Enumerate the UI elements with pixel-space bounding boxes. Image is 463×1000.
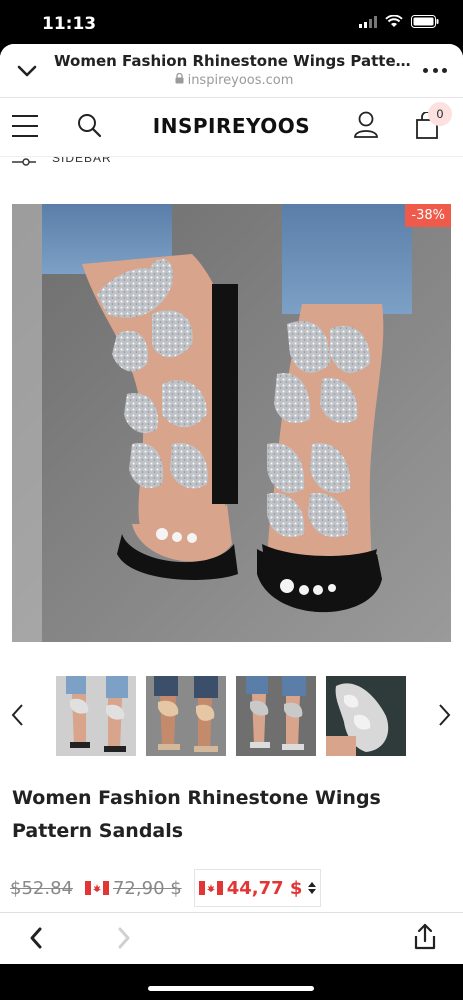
lock-icon: [175, 72, 184, 88]
user-icon[interactable]: [352, 110, 380, 140]
site-logo[interactable]: INSPIREYOOS: [140, 114, 323, 138]
collapse-chevron-icon[interactable]: [14, 58, 40, 84]
wifi-icon: [385, 15, 403, 27]
status-bar: 11:13: [0, 0, 463, 46]
old-price: $52.84: [10, 877, 73, 899]
hamburger-icon[interactable]: [12, 115, 38, 137]
sidebar-toggle[interactable]: SIDEBAR: [0, 156, 463, 170]
filter-slider-icon: [12, 157, 36, 169]
browser-toolbar: [0, 912, 463, 964]
browser-sheet: Women Fashion Rhinestone Wings Pattern S…: [0, 44, 463, 964]
more-options-icon[interactable]: [423, 60, 447, 80]
back-arrow-icon[interactable]: [26, 925, 46, 951]
signal-icon: [359, 15, 377, 28]
thumbnail-2[interactable]: [146, 676, 226, 756]
browser-domain[interactable]: inspireyoos.com: [54, 72, 414, 88]
status-icons: [359, 15, 439, 28]
thumbnail-carousel: [0, 676, 463, 756]
home-indicator[interactable]: [148, 986, 314, 991]
domain-text: inspireyoos.com: [187, 73, 294, 88]
discount-badge: -38%: [405, 204, 451, 227]
chevron-right-icon[interactable]: [434, 702, 454, 728]
forward-arrow-icon[interactable]: [114, 925, 134, 951]
thumbnail-3[interactable]: [236, 676, 316, 756]
sidebar-label: SIDEBAR: [52, 156, 112, 165]
canada-flag-icon: [84, 881, 109, 895]
chevron-left-icon[interactable]: [8, 702, 28, 728]
product-main-image[interactable]: -38%: [12, 204, 451, 642]
site-header: INSPIREYOOS 0: [0, 98, 463, 156]
browser-page-title[interactable]: Women Fashion Rhinestone Wings Pattern S…: [54, 52, 414, 70]
price-cad: 44,77 $: [226, 877, 303, 899]
browser-url-bar: Women Fashion Rhinestone Wings Pattern S…: [0, 44, 463, 98]
sandals-photo: [12, 204, 451, 642]
currency-select[interactable]: 44,77 $: [193, 869, 322, 907]
old-price-cad-text: 72,90 $: [112, 877, 182, 899]
product-title: Women Fashion Rhinestone Wings Pattern S…: [12, 787, 381, 842]
status-time: 11:13: [42, 14, 97, 34]
share-icon[interactable]: [412, 923, 438, 951]
cart-count-badge[interactable]: 0: [428, 102, 452, 126]
battery-icon: [411, 15, 439, 28]
old-price-cad: 72,90 $: [84, 877, 182, 899]
price-row: $52.84 72,90 $ 44,77 $: [10, 869, 460, 907]
select-arrows-icon: [308, 882, 317, 894]
thumbnail-4[interactable]: [326, 676, 406, 756]
thumbnail-1[interactable]: [56, 676, 136, 756]
search-icon[interactable]: [76, 112, 104, 140]
canada-flag-icon: [198, 881, 223, 895]
